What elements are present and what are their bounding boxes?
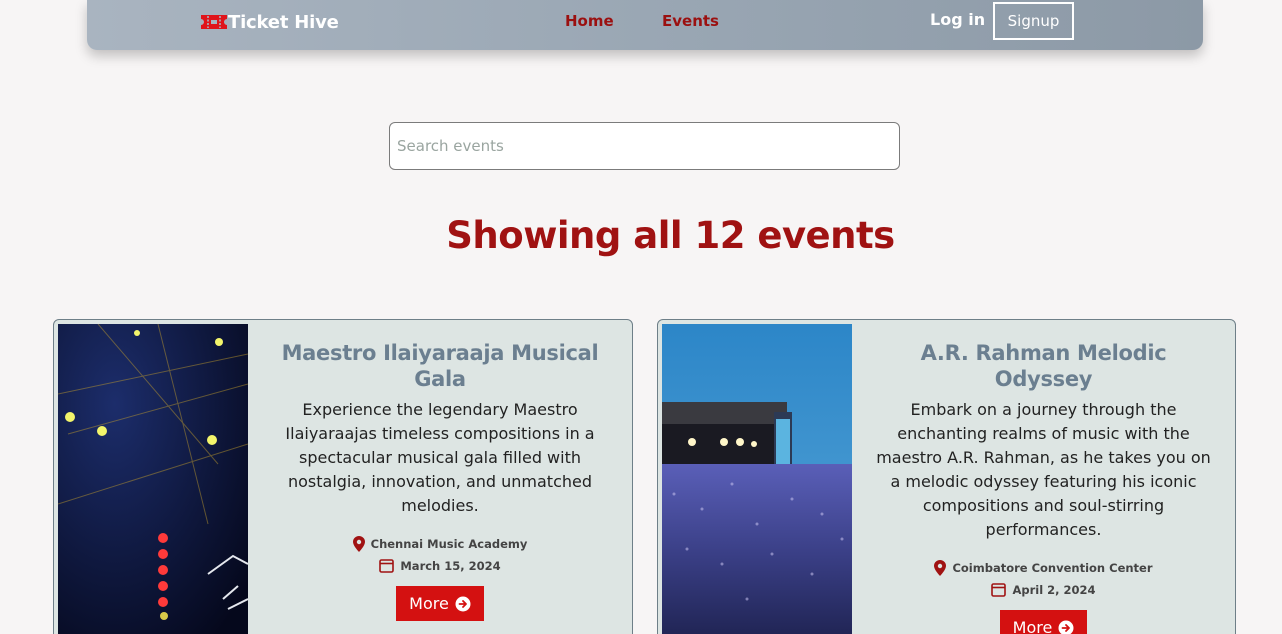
event-date: March 15, 2024: [248, 558, 632, 573]
nav-home-link[interactable]: Home: [565, 12, 614, 30]
event-title: Maestro Ilaiyaraaja Musical Gala: [281, 341, 599, 391]
event-location: Chennai Music Academy: [248, 536, 632, 552]
ticket-icon: [201, 15, 227, 29]
event-location-text: Chennai Music Academy: [370, 537, 528, 551]
event-location-text: Coimbatore Convention Center: [952, 561, 1153, 575]
brand-logo[interactable]: Ticket Hive: [199, 10, 339, 34]
event-date: April 2, 2024: [852, 582, 1235, 597]
login-link[interactable]: Log in: [930, 10, 985, 29]
calendar-icon: [991, 583, 1007, 597]
location-pin-icon: [352, 536, 365, 552]
calendar-icon: [379, 559, 395, 573]
signup-button[interactable]: Signup: [993, 2, 1074, 40]
event-image: [662, 324, 852, 634]
search-input[interactable]: [389, 122, 900, 170]
event-date-text: April 2, 2024: [1012, 582, 1096, 597]
arrow-right-circle-icon: [455, 596, 471, 611]
nav-events-link[interactable]: Events: [662, 12, 719, 30]
brand-name: Ticket Hive: [228, 11, 339, 33]
more-button[interactable]: More: [999, 610, 1088, 634]
arrow-right-circle-icon: [1058, 620, 1074, 634]
more-button-label: More: [1012, 618, 1053, 634]
event-location: Coimbatore Convention Center: [852, 560, 1235, 576]
event-description: Embark on a journey through the enchanti…: [876, 400, 1211, 539]
event-card-body: Maestro Ilaiyaraaja Musical Gala Experie…: [248, 320, 632, 634]
more-button[interactable]: More: [396, 586, 484, 621]
event-card: Maestro Ilaiyaraaja Musical Gala Experie…: [53, 319, 633, 634]
event-card-body: A.R. Rahman Melodic Odyssey Embark on a …: [852, 320, 1235, 634]
event-description: Experience the legendary Maestro Ilaiyar…: [285, 400, 595, 515]
event-date-text: March 15, 2024: [400, 558, 501, 573]
navbar: Ticket Hive Home Events Log in Signup: [87, 0, 1203, 50]
event-card: A.R. Rahman Melodic Odyssey Embark on a …: [657, 319, 1236, 634]
more-button-label: More: [409, 594, 449, 613]
event-image: [58, 324, 248, 634]
location-pin-icon: [934, 560, 947, 576]
event-title: A.R. Rahman Melodic Odyssey: [920, 341, 1167, 391]
page-heading: Showing all 12 events: [446, 214, 895, 257]
